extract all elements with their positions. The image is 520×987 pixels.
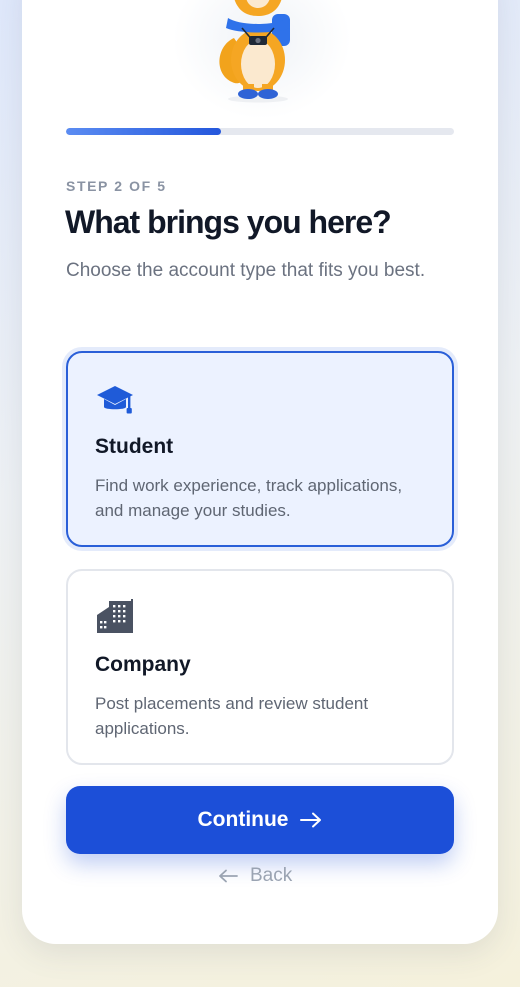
option-title: Company bbox=[95, 653, 191, 676]
progress-bar bbox=[66, 128, 454, 135]
arrow-right-icon bbox=[300, 812, 322, 828]
arrow-left-icon bbox=[219, 869, 238, 883]
continue-button-label: Continue bbox=[197, 808, 289, 831]
graduation-cap-icon bbox=[97, 386, 133, 414]
back-link[interactable]: Back bbox=[218, 864, 292, 888]
account-type-option-company[interactable]: Company Post placements and review stude… bbox=[66, 569, 454, 765]
page-subtitle: Choose the account type that fits you be… bbox=[66, 260, 426, 281]
onboarding-card: STEP 2 OF 5 What brings you here? Choose… bbox=[22, 0, 498, 944]
continue-button[interactable]: Continue bbox=[66, 786, 454, 854]
account-type-option-student[interactable]: Student Find work experience, track appl… bbox=[66, 351, 454, 547]
progress-bar-fill bbox=[66, 128, 222, 135]
step-indicator: STEP 2 OF 5 bbox=[66, 178, 167, 194]
fox-mascot-illustration bbox=[219, 0, 290, 103]
option-description: Find work experience, track applications… bbox=[95, 476, 403, 520]
option-description: Post placements and review student appli… bbox=[95, 694, 369, 738]
office-building-icon bbox=[97, 599, 133, 633]
option-title: Student bbox=[95, 435, 174, 458]
back-link-label: Back bbox=[250, 865, 293, 886]
page-title: What brings you here? bbox=[65, 204, 392, 240]
